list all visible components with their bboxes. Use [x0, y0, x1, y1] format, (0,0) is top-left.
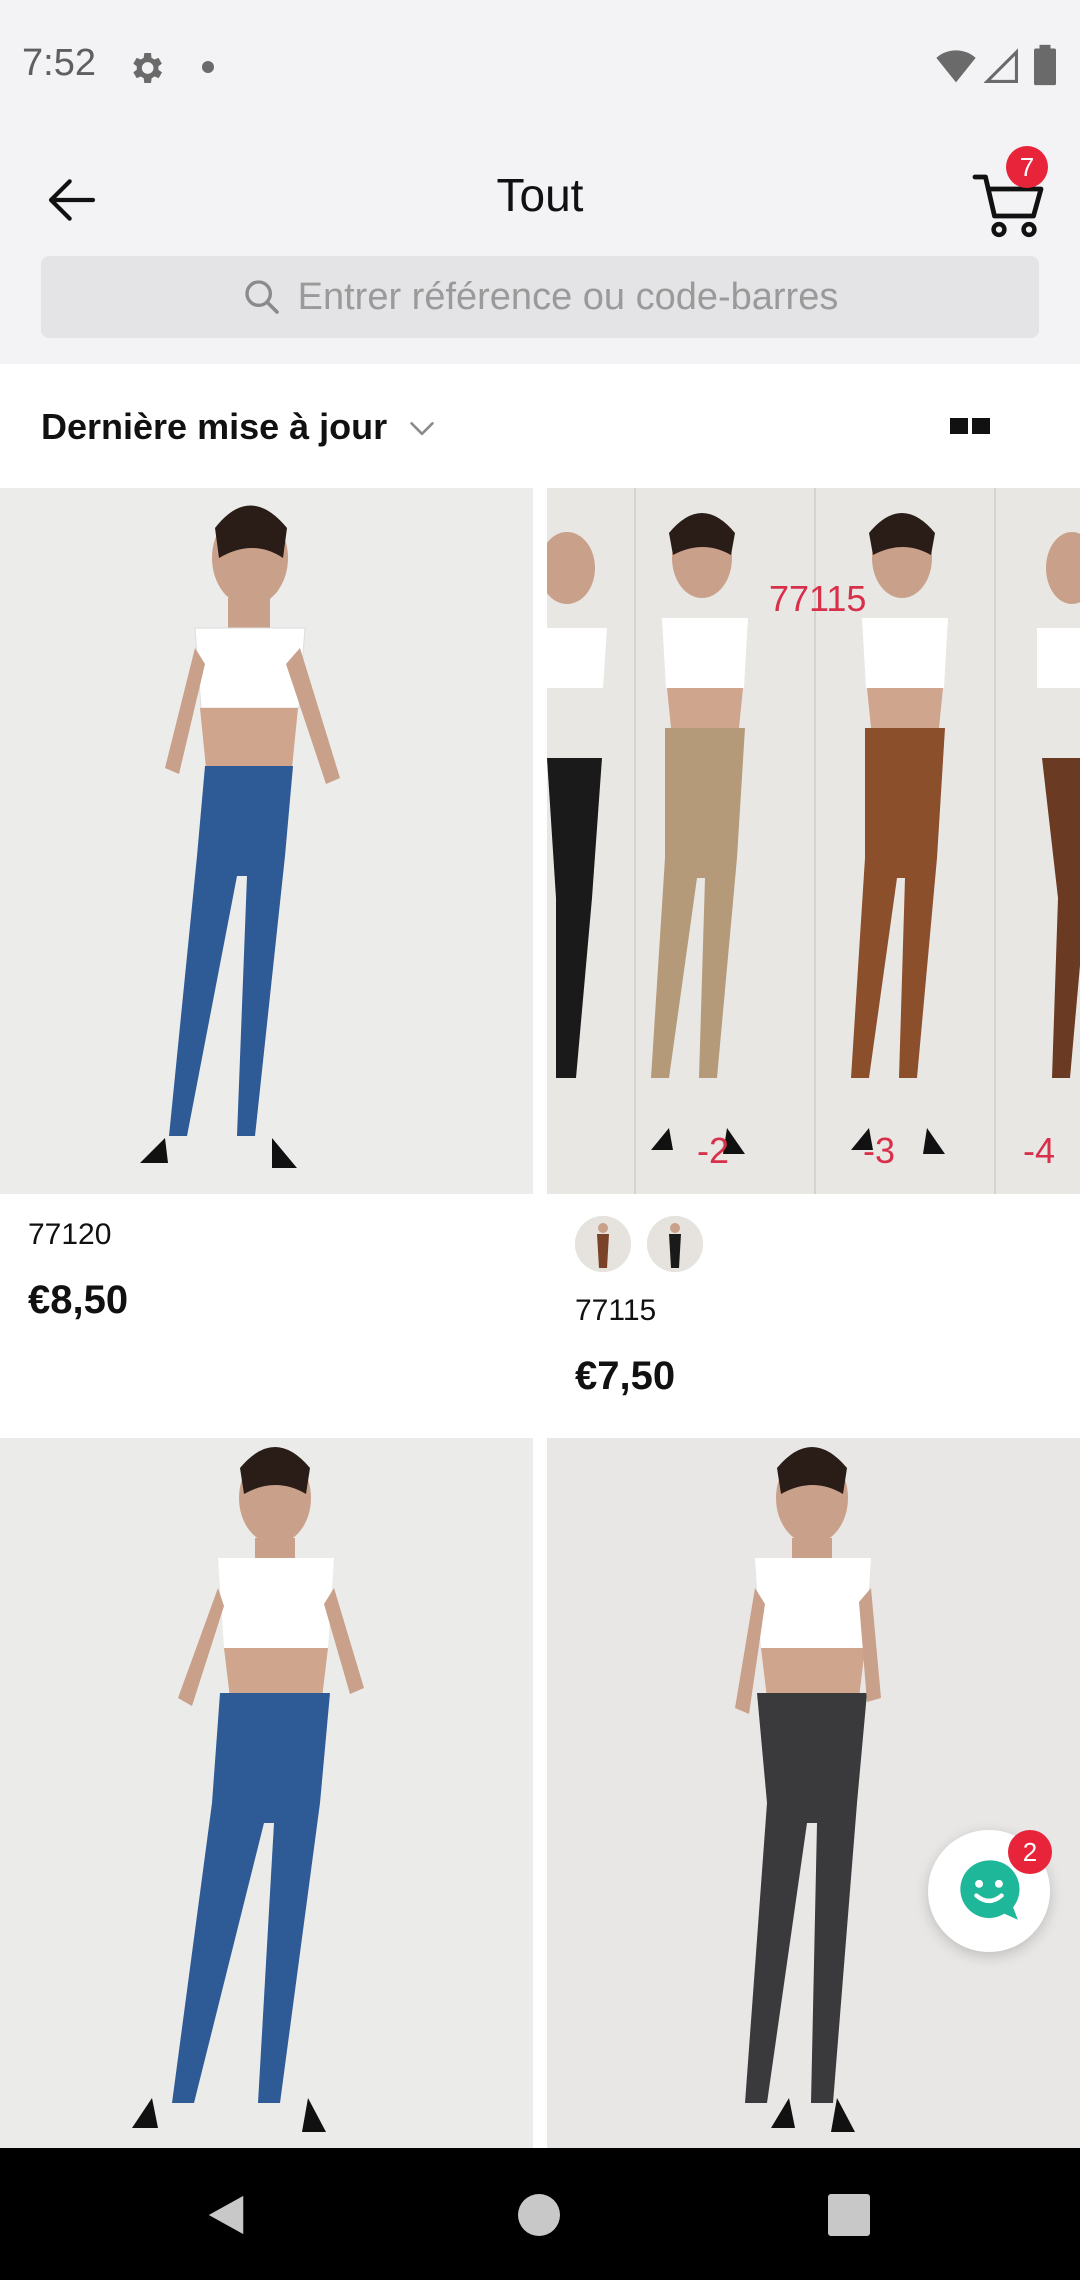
nav-recent-icon[interactable]	[828, 2194, 870, 2236]
product-ref: 77115	[575, 1294, 657, 1327]
signal-icon	[984, 48, 1018, 83]
status-time: 7:52	[22, 42, 96, 84]
grid-view-cell	[950, 418, 968, 434]
product-image[interactable]	[0, 488, 533, 1194]
search-input[interactable]: Entrer référence ou code-barres	[41, 256, 1039, 338]
model-photo-blue-jeans	[0, 488, 533, 1194]
system-nav-bar	[0, 2148, 1080, 2280]
model-photo-blue-jeans	[0, 1438, 533, 2148]
battery-icon	[1034, 44, 1056, 86]
color-swatch-brown[interactable]	[575, 1216, 631, 1272]
chevron-down-icon[interactable]	[408, 414, 436, 442]
product-card[interactable]	[547, 1438, 1080, 2148]
image-label: -3	[863, 1130, 896, 1171]
sort-dropdown-label[interactable]: Dernière mise à jour	[41, 406, 387, 448]
product-image[interactable]: 77115 -2 -3 -4	[547, 488, 1080, 1194]
chat-badge: 2	[1008, 1830, 1052, 1874]
image-label: -4	[1023, 1130, 1056, 1171]
gear-icon	[133, 53, 162, 83]
product-card[interactable]: 77120 €8,50	[0, 488, 533, 1438]
status-bar: 7:52	[0, 0, 1080, 132]
nav-home-icon[interactable]	[518, 2194, 560, 2236]
search-icon	[244, 280, 279, 314]
product-card[interactable]	[0, 1438, 533, 2148]
model-photo-black-jeans	[547, 1438, 1080, 2148]
image-label: 77115	[769, 578, 867, 619]
product-price: €7,50	[575, 1354, 676, 1398]
nav-back-icon[interactable]	[204, 2192, 248, 2238]
product-image[interactable]	[0, 1438, 533, 2148]
color-swatch-black[interactable]	[647, 1216, 703, 1272]
cart-count-badge: 7	[1006, 146, 1048, 188]
page-title: Tout	[496, 169, 584, 221]
grid-view-cell	[972, 418, 990, 434]
product-image[interactable]	[547, 1438, 1080, 2148]
grid-view-icon[interactable]	[950, 412, 992, 440]
sort-bar: Dernière mise à jour	[0, 364, 1080, 488]
search-placeholder: Entrer référence ou code-barres	[297, 275, 839, 318]
product-ref: 77120	[28, 1218, 112, 1251]
header: Tout Entrer référence ou code-barres	[0, 132, 1080, 364]
image-label: -2	[697, 1130, 730, 1171]
product-card[interactable]: 77115 -2 -3 -4 77115 €7,50	[547, 488, 1080, 1438]
wifi-icon	[936, 50, 976, 83]
product-price: €8,50	[28, 1278, 129, 1322]
notification-dot	[202, 61, 214, 73]
